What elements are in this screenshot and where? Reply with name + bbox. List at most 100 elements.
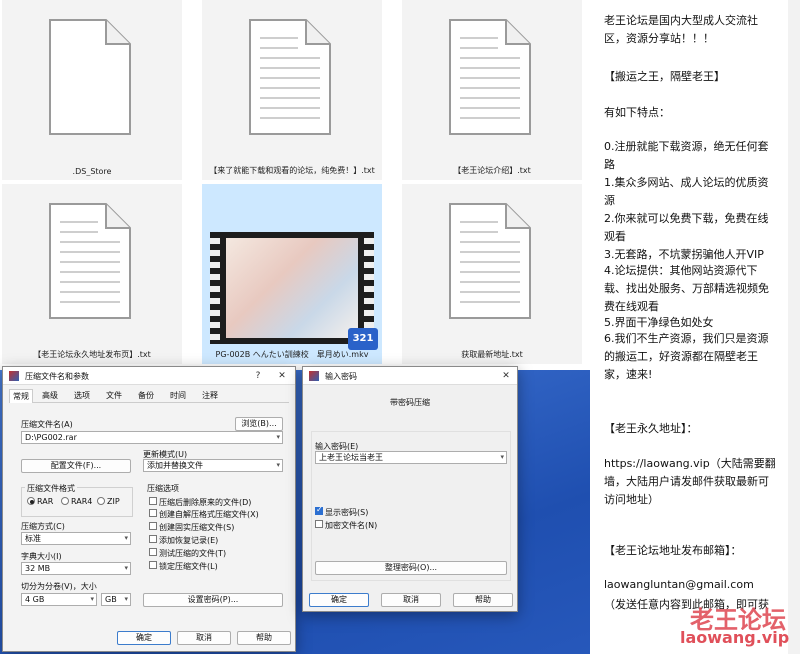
chevron-down-icon: ▾	[124, 564, 128, 572]
text-file-icon	[249, 19, 331, 135]
password-dialog: 输入密码 ✕ 带密码压缩 输入密码(E) 上老王论坛当老王 ▾ 显示密码(S) …	[302, 366, 518, 612]
file-name: 【老王论坛介绍】.txt	[453, 166, 531, 175]
file-name: 【来了就能下载和观看的论坛，纯免费！】.txt	[209, 166, 375, 175]
tab-files[interactable]: 文件	[103, 389, 125, 403]
text-line: 老王论坛是国内大型成人交流社区，资源分享站！！！	[604, 14, 758, 45]
text-file-icon	[49, 203, 131, 319]
tab-backup[interactable]: 备份	[135, 389, 157, 403]
tab-general[interactable]: 常规	[9, 389, 33, 403]
chevron-down-icon: ▾	[276, 433, 280, 441]
method-select[interactable]: 标准 ▾	[21, 532, 131, 545]
file-name: .DS_Store	[72, 167, 112, 176]
options-group-title: 压缩选项	[147, 484, 179, 493]
dialog-title: 输入密码	[325, 372, 357, 381]
set-password-button[interactable]: 设置密码(P)...	[143, 593, 283, 607]
split-size-input[interactable]: 4 GB ▾	[21, 593, 97, 606]
help-question-button[interactable]: ?	[251, 369, 265, 383]
chevron-down-icon: ▾	[124, 534, 128, 542]
file-tile[interactable]: 获取最新地址.txt	[402, 184, 582, 364]
password-value: 上老王论坛当老王	[319, 453, 383, 462]
file-tile[interactable]: 【老王论坛永久地址发布页】.txt	[2, 184, 182, 364]
text-line: 【老王永久地址】：	[604, 422, 698, 435]
method-value: 标准	[25, 534, 41, 543]
option-checkbox[interactable]	[149, 522, 157, 530]
radio-zip-label: ZIP	[107, 497, 120, 506]
file-name: 获取最新地址.txt	[461, 350, 523, 359]
text-file-icon	[449, 19, 531, 135]
dict-value: 32 MB	[25, 564, 51, 573]
option-checkbox[interactable]	[149, 548, 157, 556]
text-line[interactable]: https://laowang.vip（大陆需要翻墙，大陆用户请发邮件获取最新可…	[604, 455, 776, 509]
chevron-down-icon: ▾	[90, 595, 94, 603]
winrar-icon	[309, 371, 319, 381]
cancel-button[interactable]: 取消	[177, 631, 231, 645]
text-line: 2.你来就可以免费下载，免费在线观看	[604, 212, 769, 243]
vertical-scrollbar[interactable]	[788, 0, 800, 654]
file-tile-selected[interactable]: 321 PG-002B へんたい訓練校 皐月めい.mkv	[202, 184, 382, 364]
winrar-icon	[9, 371, 19, 381]
dialog-tabs: 常规 高级 选项 文件 备份 时间 注释	[9, 389, 289, 403]
option-checkbox[interactable]	[149, 497, 157, 505]
chevron-down-icon: ▾	[124, 595, 128, 603]
tab-options[interactable]: 选项	[71, 389, 93, 403]
file-tile[interactable]: 【老王论坛介绍】.txt	[402, 0, 582, 180]
method-label: 压缩方式(C)	[21, 522, 65, 531]
watermark-url: laowang.vip	[680, 628, 790, 647]
file-explorer-grid: .DS_Store 【来了就能下载和观看的论坛，纯免费！】.txt 【老王论坛介…	[0, 0, 590, 370]
option-label: 压缩后删除原来的文件(D)	[159, 498, 252, 507]
browse-button[interactable]: 浏览(B)...	[235, 417, 283, 431]
option-checkbox[interactable]	[149, 535, 157, 543]
text-line: 4.论坛提供：其他网站资源代下载、找出处服务、万部精选视频免费在线观看	[604, 264, 769, 313]
file-icon	[49, 19, 131, 135]
show-password-label: 显示密码(S)	[325, 508, 369, 517]
option-label: 添加恢复记录(E)	[159, 536, 219, 545]
option-label: 锁定压缩文件(L)	[159, 562, 218, 571]
profiles-button[interactable]: 配置文件(F)...	[21, 459, 131, 473]
text-preview-panel: 老王论坛是国内大型成人交流社区，资源分享站！！！ 【搬运之王，隔壁老王】 有如下…	[590, 0, 800, 654]
update-mode-select[interactable]: 添加并替换文件 ▾	[143, 459, 283, 472]
option-checkbox[interactable]	[149, 561, 157, 569]
tab-comment[interactable]: 注释	[199, 389, 221, 403]
close-icon[interactable]: ✕	[275, 369, 289, 383]
radio-rar-label: RAR	[37, 497, 54, 506]
dict-select[interactable]: 32 MB ▾	[21, 562, 131, 575]
text-line[interactable]: laowangluntan@gmail.com	[604, 576, 776, 594]
file-tile[interactable]: 【来了就能下载和观看的论坛，纯免费！】.txt	[202, 0, 382, 180]
help-button[interactable]: 帮助	[237, 631, 291, 645]
format-group-title: 压缩文件格式	[25, 483, 77, 494]
archive-name-value: D:\PG002.rar	[25, 433, 77, 442]
radio-zip[interactable]	[97, 497, 105, 505]
ok-button[interactable]: 确定	[309, 593, 369, 607]
media-player-badge-icon: 321	[348, 328, 378, 350]
tab-advanced[interactable]: 高级	[39, 389, 61, 403]
help-button[interactable]: 帮助	[453, 593, 513, 607]
organize-passwords-button[interactable]: 整理密码(O)...	[315, 561, 507, 575]
update-mode-value: 添加并替换文件	[147, 461, 203, 470]
encrypt-names-label: 加密文件名(N)	[325, 521, 378, 530]
option-label: 测试压缩的文件(T)	[159, 549, 227, 558]
ok-button[interactable]: 确定	[117, 631, 171, 645]
split-unit-select[interactable]: GB ▾	[101, 593, 131, 606]
encrypt-names-checkbox[interactable]	[315, 520, 323, 528]
split-label: 切分为分卷(V)，大小	[21, 582, 97, 591]
option-label: 创建自解压格式压缩文件(X)	[159, 510, 259, 519]
tab-time[interactable]: 时间	[167, 389, 189, 403]
password-input[interactable]: 上老王论坛当老王 ▾	[315, 451, 507, 464]
option-checkbox[interactable]	[149, 509, 157, 517]
close-icon[interactable]: ✕	[499, 369, 513, 383]
text-line: 0.注册就能下载资源，绝无任何套路	[604, 140, 769, 171]
text-line: 【搬运之王，隔壁老王】	[604, 70, 725, 83]
chevron-down-icon: ▾	[500, 453, 504, 461]
video-cover-image	[226, 238, 358, 338]
archive-name-input[interactable]: D:\PG002.rar ▾	[21, 431, 283, 444]
file-tile[interactable]: .DS_Store	[2, 0, 182, 180]
radio-rar4[interactable]	[61, 497, 69, 505]
dialog-title: 压缩文件名和参数	[25, 372, 89, 381]
dialog-heading: 带密码压缩	[390, 398, 430, 407]
cancel-button[interactable]: 取消	[381, 593, 441, 607]
split-unit-value: GB	[105, 595, 117, 604]
show-password-checkbox[interactable]	[315, 505, 323, 515]
radio-rar[interactable]	[27, 497, 35, 505]
dialog-titlebar: 输入密码 ✕	[303, 367, 517, 385]
option-label: 创建固实压缩文件(S)	[159, 523, 235, 532]
